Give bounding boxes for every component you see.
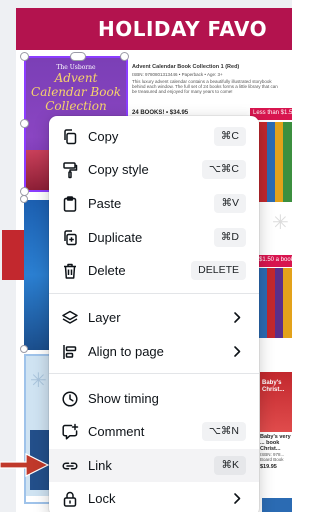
comment-add-icon bbox=[61, 423, 79, 441]
book-cover[interactable] bbox=[262, 498, 292, 512]
menu-item-label: Delete bbox=[88, 263, 126, 278]
book-price: $19.95 bbox=[260, 464, 277, 470]
book-cover-advent-2[interactable] bbox=[24, 200, 50, 350]
menu-item-copy-style[interactable]: Copy style ⌥⌘C bbox=[49, 153, 259, 186]
shortcut-badge: ⌘C bbox=[213, 127, 246, 146]
book-title: Advent Calendar Book Collection 1 (Red) bbox=[132, 64, 240, 70]
resize-handle-top[interactable] bbox=[70, 52, 86, 61]
shortcut-badge: ⌥⌘C bbox=[201, 160, 246, 179]
chevron-right-icon bbox=[234, 493, 241, 504]
menu-divider bbox=[49, 373, 259, 374]
shortcut-badge: ⌘D bbox=[213, 228, 246, 247]
clock-icon bbox=[61, 390, 79, 408]
snowflake-icon: ✳ bbox=[30, 370, 47, 392]
promo-tag-2[interactable]: $1.50 a book bbox=[256, 255, 292, 267]
menu-item-label: Copy bbox=[88, 129, 119, 144]
resize-handle-left[interactable] bbox=[20, 119, 29, 128]
link-icon bbox=[61, 457, 79, 475]
shortcut-badge: ⌥⌘N bbox=[201, 422, 246, 441]
menu-item-label: Show timing bbox=[88, 391, 159, 406]
shortcut-badge: DELETE bbox=[191, 261, 246, 280]
book-stack-image[interactable] bbox=[259, 122, 292, 202]
annotation-arrow-icon bbox=[0, 453, 50, 477]
resize-handle-top-left[interactable] bbox=[20, 52, 29, 61]
resize-handle[interactable] bbox=[20, 345, 28, 353]
menu-item-paste[interactable]: Paste ⌘V bbox=[49, 187, 259, 220]
book-meta: ISBN: 978... Board Book bbox=[260, 452, 285, 462]
menu-divider bbox=[49, 293, 259, 294]
book-cover-title: Baby's Christ... bbox=[262, 380, 285, 393]
menu-item-delete[interactable]: Delete DELETE bbox=[49, 254, 259, 287]
book-title: Baby's very ... book Christ... bbox=[260, 434, 291, 452]
layers-icon bbox=[61, 309, 79, 327]
paint-roller-icon bbox=[61, 161, 79, 179]
menu-item-link[interactable]: Link ⌘K bbox=[49, 449, 259, 482]
duplicate-icon bbox=[61, 229, 79, 247]
menu-item-label: Lock bbox=[88, 491, 116, 506]
menu-item-label: Align to page bbox=[88, 344, 164, 359]
book-stack-image-2[interactable] bbox=[259, 268, 292, 338]
menu-item-label: Link bbox=[88, 458, 112, 473]
menu-item-label: Layer bbox=[88, 310, 121, 325]
menu-item-comment[interactable]: Comment ⌥⌘N bbox=[49, 415, 259, 448]
resize-handle[interactable] bbox=[20, 195, 28, 203]
menu-item-label: Copy style bbox=[88, 162, 149, 177]
menu-item-lock[interactable]: Lock bbox=[49, 482, 259, 512]
banner-title: HOLIDAY FAVO bbox=[98, 17, 268, 41]
header-banner[interactable]: HOLIDAY FAVO bbox=[16, 8, 292, 50]
book-desc: This luxury advent calendar contains a b… bbox=[132, 79, 278, 94]
snowflake-icon: ✳ bbox=[272, 212, 289, 234]
book-caption[interactable]: Baby's very ... book Christ... ISBN: 978… bbox=[260, 434, 292, 470]
menu-item-label: Duplicate bbox=[88, 230, 143, 245]
menu-item-align-to-page[interactable]: Align to page bbox=[49, 335, 259, 368]
chevron-right-icon bbox=[234, 346, 241, 357]
chevron-right-icon bbox=[234, 312, 241, 323]
menu-item-copy[interactable]: Copy ⌘C bbox=[49, 120, 259, 153]
resize-handle-top-right[interactable] bbox=[120, 52, 129, 61]
menu-item-show-timing[interactable]: Show timing bbox=[49, 382, 259, 415]
menu-item-label: Paste bbox=[88, 196, 122, 211]
menu-item-label: Comment bbox=[88, 424, 145, 439]
trash-icon bbox=[61, 262, 79, 280]
book-cover-detail bbox=[2, 230, 24, 280]
shortcut-badge: ⌘K bbox=[214, 456, 246, 475]
menu-item-duplicate[interactable]: Duplicate ⌘D bbox=[49, 221, 259, 254]
book-meta: ISBN: 9780801313446 • Paperback • Age: 3… bbox=[132, 72, 223, 77]
clipboard-icon bbox=[61, 195, 79, 213]
book-description[interactable]: Advent Calendar Book Collection 1 (Red) … bbox=[132, 64, 282, 94]
shortcut-badge: ⌘V bbox=[214, 194, 246, 213]
lock-icon bbox=[61, 490, 79, 508]
align-icon bbox=[61, 343, 79, 361]
copy-icon bbox=[61, 128, 79, 146]
menu-item-layer[interactable]: Layer bbox=[49, 301, 259, 334]
context-menu: Copy ⌘C Copy style ⌥⌘C Paste ⌘V Duplicat… bbox=[49, 116, 259, 512]
